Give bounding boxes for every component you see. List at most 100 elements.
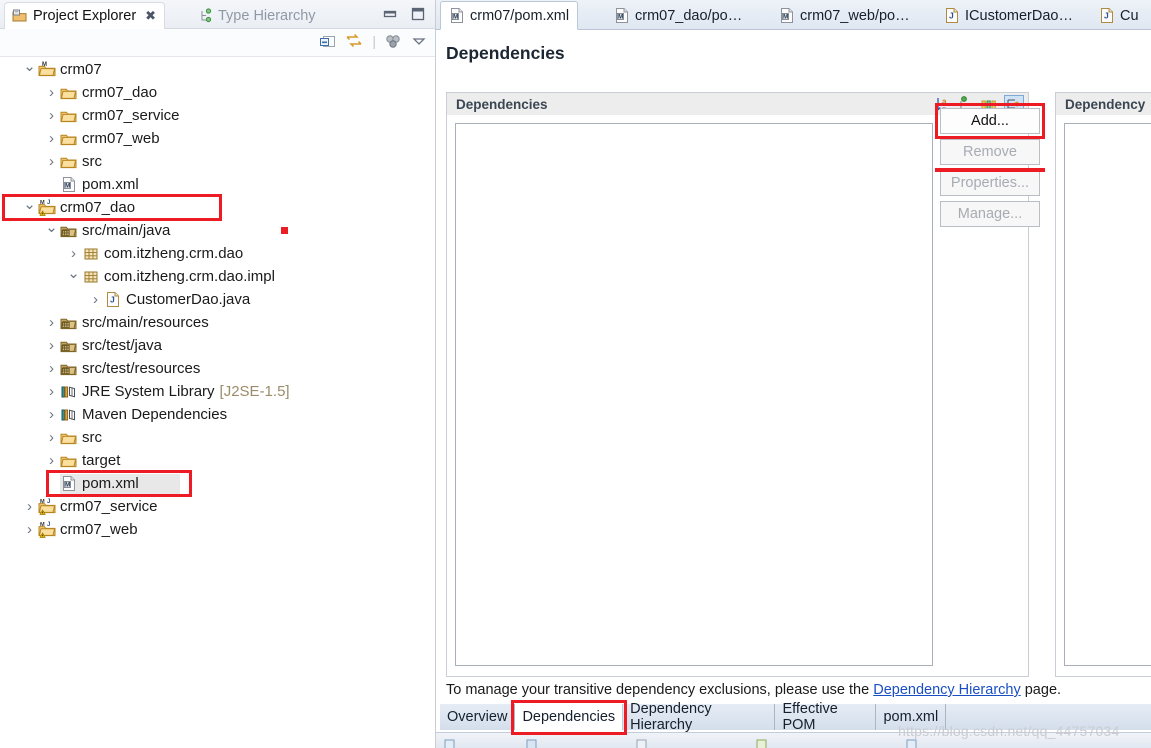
tree-item-crm07-service[interactable]: › crm07_service — [0, 104, 436, 127]
chevron-right-icon[interactable]: › — [22, 522, 37, 537]
svg-text:M: M — [453, 14, 458, 21]
editor-tab-label: crm07_web/po… — [800, 7, 910, 24]
editor-tab-crm07-pom-xml[interactable]: Mcrm07/pom.xml — [440, 1, 579, 30]
toolbar-highlight-bar — [935, 168, 1045, 172]
tree-item-label: JRE System Library — [82, 383, 215, 400]
chevron-right-icon[interactable]: › — [44, 85, 59, 100]
project-explorer-icon — [12, 8, 28, 24]
tree-item-label: crm07 — [60, 61, 102, 78]
editor-tab-crm07-dao-po-[interactable]: Mcrm07_dao/po… — [606, 1, 750, 30]
tree-item-src-test-resources[interactable]: › src/test/resources — [0, 357, 436, 380]
editor-tab-cu[interactable]: J Cu — [1091, 1, 1147, 30]
form-page-tab-overview[interactable]: Overview — [440, 704, 516, 730]
tree-item-jre-system-library[interactable]: › JRE System Library [J2SE-1.5] — [0, 380, 436, 403]
tree-item-src-main-java[interactable]: ⌄ src/main/java — [0, 219, 436, 242]
chevron-right-icon[interactable]: › — [44, 384, 59, 399]
form-page-tab-dependency-hierarchy[interactable]: Dependency Hierarchy — [623, 701, 776, 733]
tree-item-label: src — [82, 153, 102, 170]
tree-item-crm07[interactable]: ⌄ Mcrm07 — [0, 58, 436, 81]
view-menu-chevron-icon[interactable] — [411, 33, 427, 49]
tree-item-label: pom.xml — [82, 475, 139, 492]
dependency-management-list[interactable] — [1064, 123, 1151, 666]
chevron-down-icon[interactable]: ⌄ — [44, 220, 59, 235]
folder-icon — [59, 131, 79, 147]
java-file-icon: J — [103, 291, 123, 308]
view-tab-bar: Project Explorer ✖ Type Hierarchy — [0, 0, 435, 29]
editor-tab-bar: Mcrm07/pom.xml Mcrm07_dao/po… Mcrm07_web/p… — [436, 0, 1151, 30]
chevron-right-icon[interactable]: › — [44, 131, 59, 146]
chevron-right-icon[interactable]: › — [66, 246, 81, 261]
properties-button: Properties... — [940, 170, 1040, 196]
bottom-strip-tab-4[interactable] — [756, 737, 767, 748]
tree-item-pom-xml[interactable]: Mpom.xml — [0, 173, 436, 196]
chevron-down-icon[interactable]: ⌄ — [66, 266, 81, 281]
svg-text:M: M — [65, 183, 70, 190]
chevron-down-icon[interactable]: ⌄ — [22, 59, 37, 74]
view-tab-type-hierarchy[interactable]: Type Hierarchy — [192, 2, 324, 29]
project-tree[interactable]: ⌄ Mcrm07 › crm07_dao › crm07_service › crm07_we… — [0, 58, 436, 748]
tree-item-label: src/main/java — [82, 222, 171, 239]
chevron-right-icon[interactable]: › — [22, 499, 37, 514]
package-icon — [81, 246, 101, 262]
chevron-right-icon[interactable]: › — [88, 292, 103, 307]
view-tab-project-explorer[interactable]: Project Explorer ✖ — [4, 2, 166, 29]
tree-item-label: CustomerDao.java — [126, 291, 251, 308]
editor-tab-crm07-web-po-[interactable]: Mcrm07_web/po… — [771, 1, 918, 30]
chevron-right-icon[interactable]: › — [44, 430, 59, 445]
close-icon[interactable]: ✖ — [145, 8, 156, 24]
tree-item-maven-dependencies[interactable]: › Maven Dependencies — [0, 403, 436, 426]
tree-item-customerdao-java[interactable]: › J CustomerDao.java — [0, 288, 436, 311]
tree-item-src-main-resources[interactable]: › src/main/resources — [0, 311, 436, 334]
svg-text:J: J — [949, 11, 954, 21]
chevron-right-icon[interactable]: › — [44, 108, 59, 123]
folder-icon — [59, 154, 79, 170]
tree-item-crm07-dao[interactable]: ⌄ M Jcrm07_dao — [0, 196, 436, 219]
tree-item-label: crm07_web — [60, 521, 138, 538]
editor-area: Mcrm07/pom.xml Mcrm07_dao/po… Mcrm07_web/p… — [436, 0, 1151, 748]
minimize-icon[interactable] — [383, 8, 397, 20]
link-with-editor-icon[interactable] — [345, 33, 363, 49]
form-page-tab-dependencies[interactable]: Dependencies — [515, 704, 624, 730]
tree-item-label: crm07_service — [82, 107, 180, 124]
tree-item-label: src/test/java — [82, 337, 163, 354]
editor-tab-icustomerdao-[interactable]: J ICustomerDao… — [936, 1, 1081, 30]
tree-item-src[interactable]: › src — [0, 150, 436, 173]
tree-item-com-itzheng-crm-dao[interactable]: › com.itzheng.crm.dao — [0, 242, 436, 265]
maven-pom-icon: M — [614, 7, 630, 24]
tree-item-crm07-service[interactable]: › M Jcrm07_service — [0, 495, 436, 518]
collapse-all-icon[interactable] — [319, 33, 336, 49]
bottom-strip-tab-1[interactable] — [444, 737, 455, 748]
tree-item-com-itzheng-crm-dao-impl[interactable]: ⌄ com.itzheng.crm.dao.impl — [0, 265, 436, 288]
view-toolbar: | — [0, 29, 435, 57]
add-button[interactable]: Add... — [940, 108, 1040, 134]
bottom-strip-tab-3[interactable] — [636, 737, 647, 748]
form-page-tab-effective-pom[interactable]: Effective POM — [775, 701, 877, 733]
dependency-management-section: Dependency — [1055, 92, 1151, 677]
tree-item-src[interactable]: › src — [0, 426, 436, 449]
chevron-right-icon[interactable]: › — [44, 361, 59, 376]
tree-item-target[interactable]: › target — [0, 449, 436, 472]
dependencies-list[interactable] — [455, 123, 933, 666]
tree-item-crm07-web[interactable]: › M Jcrm07_web — [0, 518, 436, 541]
tree-item-label: crm07_dao — [60, 199, 136, 216]
dependency-hierarchy-link[interactable]: Dependency Hierarchy — [873, 682, 1021, 698]
bottom-strip-tab-2[interactable] — [526, 737, 537, 748]
view-menu-dots-icon[interactable] — [385, 33, 402, 49]
chevron-right-icon[interactable]: › — [44, 338, 59, 353]
chevron-down-icon[interactable]: ⌄ — [22, 197, 37, 212]
svg-text:J: J — [1104, 11, 1109, 21]
svg-text:M: M — [40, 499, 45, 505]
tree-item-label: src/main/resources — [82, 314, 209, 331]
chevron-right-icon[interactable]: › — [44, 407, 59, 422]
tree-item-crm07-dao[interactable]: › crm07_dao — [0, 81, 436, 104]
chevron-right-icon[interactable]: › — [44, 453, 59, 468]
view-tab-label: Project Explorer — [33, 8, 137, 24]
tree-item-pom-xml[interactable]: Mpom.xml — [0, 472, 436, 495]
tree-item-crm07-web[interactable]: › crm07_web — [0, 127, 436, 150]
tree-item-src-test-java[interactable]: › src/test/java — [0, 334, 436, 357]
chevron-right-icon[interactable]: › — [44, 154, 59, 169]
transitive-note-before: To manage your transitive dependency exc… — [446, 682, 874, 698]
maximize-icon[interactable] — [411, 7, 425, 21]
tree-item-label: src — [82, 429, 102, 446]
chevron-right-icon[interactable]: › — [44, 315, 59, 330]
